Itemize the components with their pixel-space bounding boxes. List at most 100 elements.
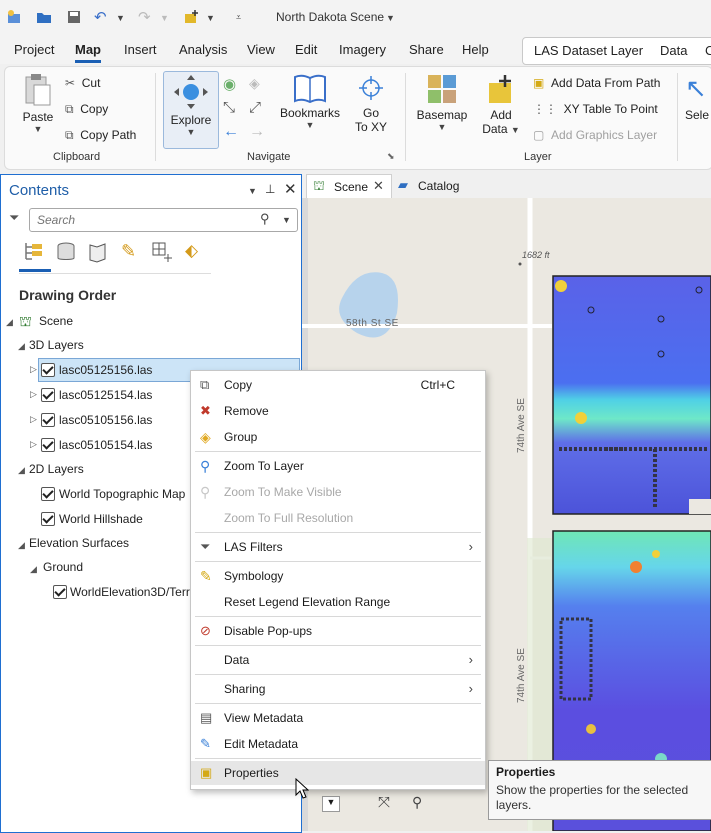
zoom-in-fixed-icon[interactable]: ⤡ xyxy=(223,99,235,116)
tab-imagery[interactable]: Imagery xyxy=(339,42,386,57)
close-tab-icon[interactable]: ✕ xyxy=(373,178,384,194)
undo-icon[interactable]: ↶ xyxy=(94,8,107,26)
copy-button[interactable]: ⧉ Copy xyxy=(65,102,108,117)
search-field[interactable]: ⚲ ▼ xyxy=(29,208,298,232)
expand-arrow-icon[interactable]: ▷ xyxy=(30,364,37,375)
tab-insert[interactable]: Insert xyxy=(124,42,157,57)
basemap-button[interactable]: Basemap ▼ xyxy=(413,73,471,147)
collapse-arrow-icon[interactable]: ◢ xyxy=(18,341,25,352)
tab-las-dataset-layer[interactable]: LAS Dataset Layer xyxy=(534,43,643,58)
tree-item-las-layer[interactable]: lasc05105156.las xyxy=(59,413,152,427)
title-dropdown-icon[interactable]: ▼ xyxy=(386,13,395,23)
menu-item-zoom-to-make-visible[interactable]: ⚲ Zoom To Make Visible xyxy=(191,480,485,504)
tab-view[interactable]: View xyxy=(247,42,275,57)
menu-item-symbology[interactable]: ✎ Symbology xyxy=(191,564,485,588)
menu-item-data[interactable]: Data › xyxy=(191,648,485,672)
tree-item-las-layer[interactable]: lasc05125156.las xyxy=(59,363,152,377)
explore-button[interactable]: Explore ▼ xyxy=(163,71,219,149)
layer-visibility-checkbox[interactable] xyxy=(41,512,55,526)
tab-overflow[interactable]: C xyxy=(705,43,711,58)
list-by-selection-icon[interactable] xyxy=(87,241,109,263)
menu-item-disable-popups[interactable]: ⊘ Disable Pop-ups xyxy=(191,619,485,643)
list-by-labeling-icon[interactable]: ⬖ xyxy=(185,241,198,261)
menu-item-remove[interactable]: ✖ Remove xyxy=(191,399,485,423)
tree-item-topographic[interactable]: World Topographic Map xyxy=(59,487,185,501)
select-button[interactable]: ↖ Sele xyxy=(685,73,711,147)
tree-item-las-layer[interactable]: lasc05125154.las xyxy=(59,388,152,402)
layer-visibility-checkbox[interactable] xyxy=(41,487,55,501)
zoom-out-fixed-icon[interactable]: ⤢ xyxy=(249,99,261,116)
tab-edit[interactable]: Edit xyxy=(295,42,317,57)
collapse-arrow-icon[interactable]: ◢ xyxy=(18,540,25,551)
pin-icon[interactable]: ⊥ xyxy=(265,182,275,196)
new-project-icon[interactable] xyxy=(6,9,22,25)
collapse-arrow-icon[interactable]: ◢ xyxy=(18,465,25,476)
layer-visibility-checkbox[interactable] xyxy=(53,585,67,599)
back-arrow-icon[interactable]: ← xyxy=(223,123,239,141)
paste-button[interactable]: Paste ▼ xyxy=(17,73,59,147)
map-widget-toggle[interactable]: ▼ xyxy=(322,796,340,812)
menu-item-properties[interactable]: ▣ Properties xyxy=(191,761,485,785)
add-graphics-layer-button[interactable]: ▢ Add Graphics Layer xyxy=(533,128,657,142)
layer-visibility-checkbox[interactable] xyxy=(41,388,55,402)
list-by-editing-icon[interactable]: ✎ xyxy=(121,241,136,262)
tab-share[interactable]: Share xyxy=(409,42,444,57)
collapse-arrow-icon[interactable]: ◢ xyxy=(6,317,13,328)
globe-icon[interactable]: ◉ xyxy=(223,75,236,93)
expand-arrow-icon[interactable]: ▷ xyxy=(30,389,37,400)
redo-dropdown-icon[interactable]: ▼ xyxy=(160,13,169,23)
previous-extent-icon[interactable]: ◈ xyxy=(249,75,260,92)
tab-data[interactable]: Data xyxy=(660,43,687,58)
copy-path-button[interactable]: ⧉ Copy Path xyxy=(65,128,136,143)
tree-item-hillshade[interactable]: World Hillshade xyxy=(59,512,143,526)
expand-arrow-icon[interactable]: ▷ xyxy=(30,439,37,450)
close-icon[interactable]: ✕ xyxy=(284,180,297,198)
add-data-button[interactable]: Add Data ▼ xyxy=(479,73,523,147)
menu-item-las-filters[interactable]: ⏷ LAS Filters › xyxy=(191,535,485,559)
menu-item-zoom-to-layer[interactable]: ⚲ Zoom To Layer xyxy=(191,454,485,478)
walk-navigator-icon[interactable]: ⚲ xyxy=(412,794,422,811)
xy-table-to-point-button[interactable]: ⋮⋮ XY Table To Point xyxy=(533,102,658,116)
full-extent-icon[interactable]: ⤧ xyxy=(378,794,390,811)
forward-arrow-icon[interactable]: → xyxy=(249,123,265,141)
menu-item-sharing[interactable]: Sharing › xyxy=(191,677,485,701)
layer-visibility-checkbox[interactable] xyxy=(41,413,55,427)
customize-toolbar-icon[interactable]: ⩡ xyxy=(236,12,241,23)
pane-options-icon[interactable]: ▼ xyxy=(248,186,257,196)
go-to-xy-button[interactable]: Go To XY xyxy=(349,73,393,147)
tab-map[interactable]: Map xyxy=(75,42,101,63)
tab-catalog[interactable]: ▰ Catalog xyxy=(396,174,476,198)
open-folder-icon[interactable] xyxy=(36,9,52,25)
filter-icon[interactable]: ⏷ xyxy=(9,210,19,226)
tree-item-ground[interactable]: Ground xyxy=(43,560,83,574)
add-data-quick-icon[interactable] xyxy=(184,9,200,25)
tab-help[interactable]: Help xyxy=(462,42,489,57)
save-icon[interactable] xyxy=(66,9,82,25)
collapse-arrow-icon[interactable]: ◢ xyxy=(30,564,37,575)
menu-item-copy[interactable]: ⧉ Copy Ctrl+C xyxy=(191,373,485,397)
search-input[interactable] xyxy=(35,212,259,228)
menu-item-reset-legend[interactable]: Reset Legend Elevation Range xyxy=(191,590,485,614)
undo-dropdown-icon[interactable]: ▼ xyxy=(116,13,125,23)
menu-item-view-metadata[interactable]: ▤ View Metadata xyxy=(191,706,485,730)
menu-item-edit-metadata[interactable]: ✎ Edit Metadata xyxy=(191,732,485,756)
tab-analysis[interactable]: Analysis xyxy=(179,42,227,57)
layer-visibility-checkbox[interactable] xyxy=(41,438,55,452)
tree-item-3d-layers[interactable]: 3D Layers xyxy=(29,338,84,352)
tree-item-2d-layers[interactable]: 2D Layers xyxy=(29,462,84,476)
redo-icon[interactable]: ↷ xyxy=(138,8,151,26)
layer-visibility-checkbox[interactable] xyxy=(41,363,55,377)
add-data-dropdown-icon[interactable]: ▼ xyxy=(206,13,215,23)
tree-item-scene[interactable]: Scene xyxy=(39,314,73,328)
tab-project[interactable]: Project xyxy=(14,42,54,57)
cut-button[interactable]: ✂ Cut xyxy=(65,76,100,90)
expand-arrow-icon[interactable]: ▷ xyxy=(30,414,37,425)
tree-item-world-elevation[interactable]: WorldElevation3D/Terrain3D xyxy=(70,585,190,599)
list-by-data-source-icon[interactable] xyxy=(55,241,77,263)
dialog-launcher-icon[interactable]: ⬊ xyxy=(387,151,395,162)
tree-item-las-layer[interactable]: lasc05105154.las xyxy=(59,438,152,452)
list-by-drawing-order-icon[interactable] xyxy=(23,241,45,263)
search-options-icon[interactable]: ▼ xyxy=(282,215,291,225)
menu-item-group[interactable]: ◈ Group xyxy=(191,425,485,449)
add-data-from-path-button[interactable]: ▣ Add Data From Path xyxy=(533,76,660,90)
